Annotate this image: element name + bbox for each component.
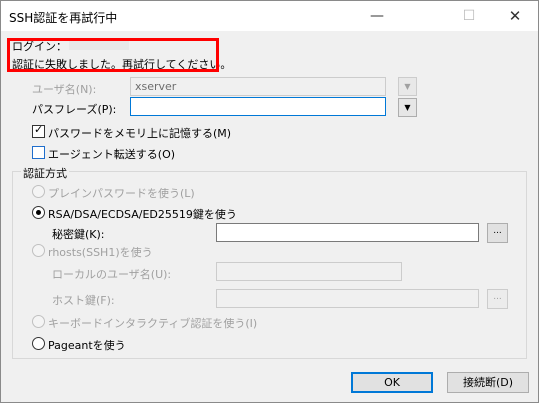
- rsa-key-label: RSA/DSA/ECDSA/ED25519鍵を使う: [48, 208, 237, 221]
- agent-forwarding-label: エージェント転送する(O): [48, 148, 176, 161]
- host-key-label: ホスト鍵(F):: [52, 294, 115, 307]
- rsa-key-radio[interactable]: [32, 206, 45, 219]
- chevron-down-icon: ▼: [404, 103, 411, 112]
- agent-forwarding-checkbox[interactable]: [32, 146, 45, 159]
- radio-selected-dot: [36, 210, 41, 215]
- ok-button[interactable]: OK: [351, 372, 433, 393]
- checkmark-icon: ✓: [34, 123, 44, 136]
- keyboard-interactive-radio: [32, 315, 45, 328]
- window-title: SSH認証を再試行中: [9, 11, 118, 25]
- chevron-down-icon: ▼: [404, 82, 411, 91]
- maximize-icon: ☐: [462, 8, 476, 24]
- host-key-browse-button: ...: [487, 289, 508, 309]
- username-history-button: ▼: [398, 77, 417, 96]
- local-user-label: ローカルのユーザ名(U):: [52, 268, 172, 281]
- private-key-input[interactable]: [216, 223, 479, 242]
- remember-password-label: パスワードをメモリ上に記憶する(M): [48, 127, 232, 140]
- disconnect-button[interactable]: 接続断(D): [447, 372, 529, 393]
- remember-password-checkbox[interactable]: ✓: [32, 123, 45, 138]
- plain-password-radio: [32, 185, 45, 198]
- keyboard-interactive-label: キーボードインタラクティブ認証を使う(I): [48, 317, 258, 330]
- username-label: ユーザ名(N):: [32, 83, 97, 96]
- passphrase-label: パスフレーズ(P):: [32, 103, 117, 116]
- minimize-icon: —: [370, 8, 384, 24]
- maximize-button: ☐: [446, 1, 492, 31]
- private-key-browse-button[interactable]: ...: [487, 223, 508, 243]
- username-value: xserver: [135, 80, 177, 93]
- ssh-auth-dialog: SSH認証を再試行中 — ☐ ✕ ログイン： 認証に失敗しました。再試行してくだ…: [0, 0, 539, 403]
- private-key-label: 秘密鍵(K):: [52, 228, 105, 241]
- minimize-button[interactable]: —: [354, 1, 400, 31]
- plain-password-label: プレインパスワードを使う(L): [48, 187, 195, 200]
- close-button[interactable]: ✕: [492, 1, 538, 31]
- rhosts-label: rhosts(SSH1)を使う: [48, 246, 153, 259]
- rhosts-radio: [32, 244, 45, 257]
- auth-method-title: 認証方式: [21, 165, 69, 181]
- local-user-input: [216, 262, 402, 281]
- title-bar: SSH認証を再試行中 — ☐ ✕: [1, 1, 538, 31]
- pageant-radio[interactable]: [32, 337, 45, 350]
- pageant-label: Pageantを使う: [48, 339, 126, 352]
- host-key-input: [216, 289, 479, 308]
- username-field: xserver: [130, 77, 386, 96]
- passphrase-history-button[interactable]: ▼: [398, 98, 417, 117]
- passphrase-input[interactable]: [130, 97, 386, 116]
- message-highlight-box: [7, 38, 219, 72]
- close-icon: ✕: [508, 7, 522, 25]
